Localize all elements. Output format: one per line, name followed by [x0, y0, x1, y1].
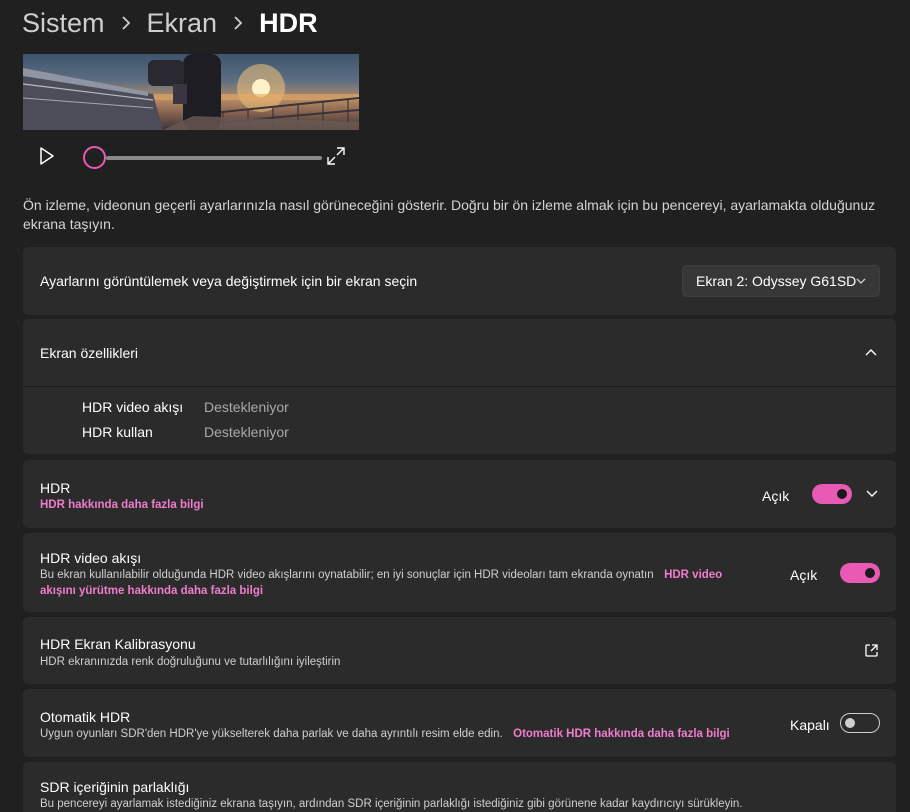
hdr-video-preview [23, 54, 359, 130]
hdr-calibration-title: HDR Ekran Kalibrasyonu [40, 636, 196, 652]
property-value: Destekleniyor [204, 399, 289, 415]
display-select-card: Ayarlarını görüntülemek veya değiştirmek… [23, 247, 896, 315]
hdr-video-card: HDR video akışı Bu ekran kullanılabilir … [23, 533, 896, 612]
hdr-video-learn-more-link[interactable]: HDR video [664, 569, 722, 581]
display-select-label: Ayarlarını görüntülemek veya değiştirmek… [40, 273, 418, 289]
chevron-down-icon [856, 278, 866, 284]
hdr-state-label: Açık [762, 488, 790, 504]
property-value: Destekleniyor [204, 424, 289, 440]
sdr-brightness-card: SDR içeriğinin parlaklığı Bu pencereyi a… [23, 762, 896, 812]
hdr-learn-more-link[interactable]: HDR hakkında daha fazla bilgi [40, 497, 204, 513]
fullscreen-icon[interactable] [325, 145, 347, 167]
hdr-video-state-label: Açık [790, 567, 818, 583]
breadcrumb: Sistem Ekran HDR [22, 6, 318, 40]
property-label: HDR video akışı [82, 399, 184, 415]
auto-hdr-card: Otomatik HDR Uygun oyunları SDR'den HDR'… [23, 689, 896, 757]
sdr-brightness-title: SDR içeriğinin parlaklığı [40, 779, 190, 795]
display-select-value: Ekran 2: Odyssey G61SD [696, 273, 857, 289]
hdr-card: HDR HDR hakkında daha fazla bilgi Açık [23, 460, 896, 528]
chevron-right-icon [233, 16, 243, 30]
hdr-video-description: Bu ekran kullanılabilir olduğunda HDR vi… [40, 567, 770, 599]
auto-hdr-state-label: Kapalı [790, 717, 830, 733]
hdr-calibration-description: HDR ekranınızda renk doğruluğunu ve tuta… [40, 656, 341, 668]
hdr-video-learn-more-link-line2[interactable]: akışını yürütme hakkında daha fazla bilg… [40, 585, 263, 597]
play-icon[interactable] [37, 145, 57, 167]
video-seek-track[interactable] [106, 156, 322, 160]
hdr-video-toggle[interactable] [840, 563, 880, 583]
chevron-up-icon[interactable] [864, 347, 878, 357]
display-properties-list: HDR video akışı Destekleniyor HDR kullan… [23, 386, 896, 455]
chevron-down-icon[interactable] [865, 489, 879, 499]
video-seek-thumb[interactable] [83, 146, 106, 169]
chevron-right-icon [121, 16, 131, 30]
display-properties-card: Ekran özellikleri HDR video akışı Destek… [23, 319, 896, 454]
open-external-icon[interactable] [864, 643, 879, 658]
display-select-dropdown[interactable]: Ekran 2: Odyssey G61SD [682, 265, 880, 297]
preview-description: Ön izleme, videonun geçerli ayarlarınızl… [23, 197, 876, 232]
sdr-brightness-description: Bu pencereyi ayarlamak istediğiniz ekran… [40, 798, 743, 810]
hdr-settings-page: Sistem Ekran HDR Ön izleme, videonun geç… [0, 0, 910, 812]
page-title: HDR [259, 8, 318, 38]
hdr-toggle[interactable] [812, 484, 852, 504]
hdr-video-description-text: Bu ekran kullanılabilir olduğunda HDR vi… [40, 569, 654, 581]
display-properties-title[interactable]: Ekran özellikleri [40, 345, 138, 361]
auto-hdr-toggle[interactable] [840, 713, 880, 733]
hdr-title: HDR [40, 480, 71, 496]
property-label: HDR kullan [82, 424, 153, 440]
video-controls [23, 140, 359, 174]
auto-hdr-description-text: Uygun oyunları SDR'den HDR'ye yükseltere… [40, 728, 503, 740]
breadcrumb-item-sistem[interactable]: Sistem [22, 6, 105, 40]
hdr-video-title: HDR video akışı [40, 550, 142, 566]
hdr-calibration-card[interactable]: HDR Ekran Kalibrasyonu HDR ekranınızda r… [23, 617, 896, 684]
auto-hdr-learn-more-link[interactable]: Otomatik HDR hakkında daha fazla bilgi [513, 728, 730, 740]
auto-hdr-description: Uygun oyunları SDR'den HDR'ye yükseltere… [40, 726, 780, 742]
auto-hdr-title: Otomatik HDR [40, 709, 131, 725]
breadcrumb-item-ekran[interactable]: Ekran [147, 6, 218, 40]
